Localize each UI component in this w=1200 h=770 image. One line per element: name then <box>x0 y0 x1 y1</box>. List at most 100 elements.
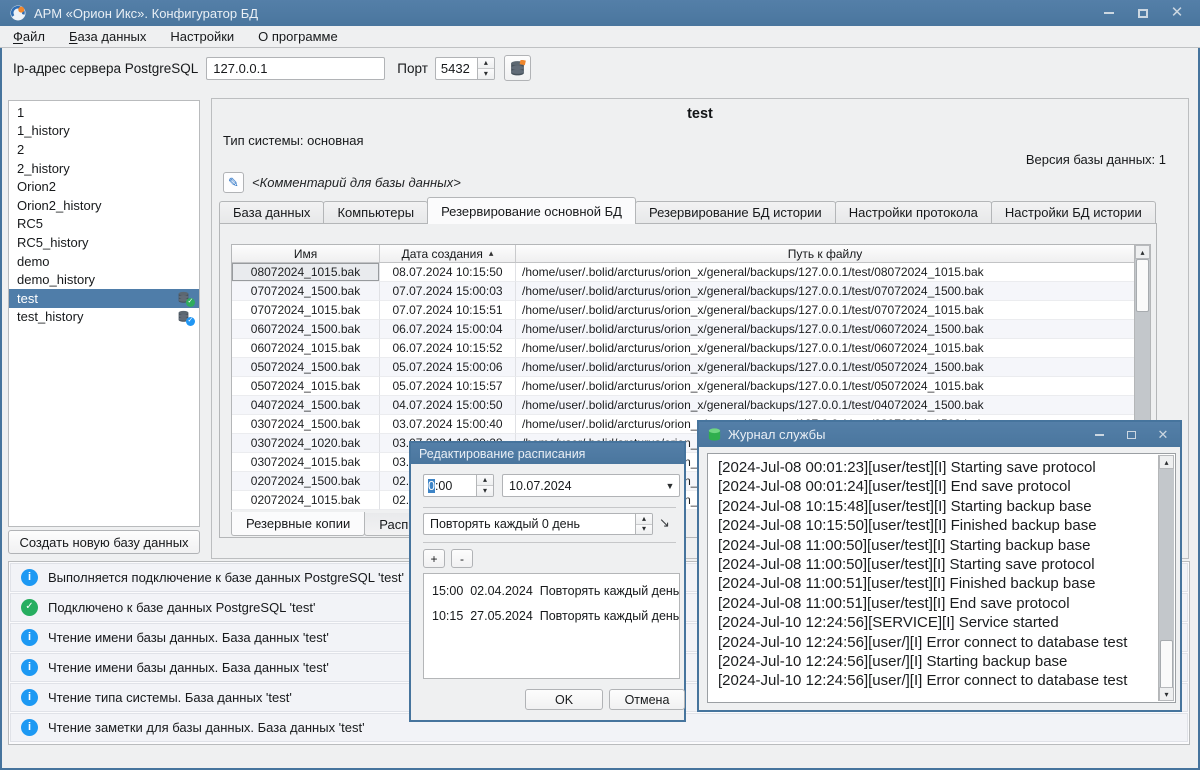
cell-backup-path[interactable]: /home/user/.bolid/arcturus/orion_x/gener… <box>516 263 1134 282</box>
database-list-item[interactable]: 1_history <box>9 122 199 141</box>
database-list-item[interactable]: test_history <box>9 308 199 327</box>
database-list-item[interactable]: Orion2_history <box>9 196 199 215</box>
table-row[interactable]: 04072024_1500.bak 04.07.2024 15:00:50 /h… <box>232 396 1134 415</box>
schedule-list-item[interactable]: 10:15 27.05.2024 Повторять каждый день <box>424 603 679 628</box>
cell-backup-name[interactable]: 05072024_1015.bak <box>232 377 380 396</box>
cell-backup-path[interactable]: /home/user/.bolid/arcturus/orion_x/gener… <box>516 320 1134 339</box>
schedule-list[interactable]: 15:00 02.04.2024 Повторять каждый день10… <box>423 573 680 679</box>
port-input[interactable] <box>436 58 477 79</box>
minimize-button[interactable] <box>1092 428 1106 442</box>
diagonal-arrow-icon[interactable]: ↘ <box>659 515 670 531</box>
database-list-item[interactable]: 2_history <box>9 159 199 178</box>
database-list-item[interactable]: RC5_history <box>9 233 199 252</box>
cell-backup-path[interactable]: /home/user/.bolid/arcturus/orion_x/gener… <box>516 282 1134 301</box>
cell-backup-date[interactable]: 06.07.2024 15:00:04 <box>380 320 516 339</box>
cell-backup-path[interactable]: /home/user/.bolid/arcturus/orion_x/gener… <box>516 377 1134 396</box>
menu-item[interactable]: База данных <box>69 29 146 44</box>
time-value[interactable]: 0:00 <box>424 475 476 496</box>
cell-backup-name[interactable]: 07072024_1500.bak <box>232 282 380 301</box>
cell-backup-date[interactable]: 03.07.2024 15:00:40 <box>380 415 516 434</box>
cell-backup-name[interactable]: 02072024_1500.bak <box>232 472 380 491</box>
cell-backup-name[interactable]: 03072024_1500.bak <box>232 415 380 434</box>
tab[interactable]: Резервирование основной БД <box>427 197 636 224</box>
scrollbar-thumb[interactable] <box>1160 640 1173 693</box>
column-header-name[interactable]: Имя <box>232 245 380 262</box>
cell-backup-path[interactable]: /home/user/.bolid/arcturus/orion_x/gener… <box>516 301 1134 320</box>
cell-backup-date[interactable]: 07.07.2024 10:15:51 <box>380 301 516 320</box>
database-list-item[interactable]: RC5 <box>9 215 199 234</box>
spin-down-button[interactable]: ▾ <box>477 486 493 496</box>
tab[interactable]: Настройки протокола <box>835 201 992 223</box>
edit-comment-button[interactable]: ✎ <box>223 172 244 193</box>
journal-log-text[interactable]: [2024-Jul-08 00:01:23][user/test][I] Sta… <box>707 453 1176 703</box>
ip-address-input[interactable] <box>207 58 384 79</box>
titlebar[interactable]: АРМ «Орион Икс». Конфигуратор БД ✕ <box>0 0 1200 26</box>
repeat-spinbox[interactable]: Повторять каждый 0 день ▴ ▾ <box>423 513 653 535</box>
cell-backup-date[interactable]: 05.07.2024 10:15:57 <box>380 377 516 396</box>
cell-backup-date[interactable]: 07.07.2024 15:00:03 <box>380 282 516 301</box>
port-spinbox[interactable]: ▴ ▾ <box>435 57 495 80</box>
table-row[interactable]: 05072024_1500.bak 05.07.2024 15:00:06 /h… <box>232 358 1134 377</box>
date-dropdown[interactable]: 10.07.2024 ▼ <box>502 474 680 497</box>
scroll-up-button[interactable]: ▴ <box>1159 455 1174 469</box>
column-header-date[interactable]: Дата создания ▴ <box>380 245 516 262</box>
menu-item[interactable]: Настройки <box>170 29 234 44</box>
cell-backup-name[interactable]: 03072024_1020.bak <box>232 434 380 453</box>
cell-backup-name[interactable]: 02072024_1015.bak <box>232 491 380 510</box>
cell-backup-name[interactable]: 06072024_1500.bak <box>232 320 380 339</box>
close-button[interactable]: ✕ <box>1156 428 1170 442</box>
remove-schedule-button[interactable]: - <box>451 549 473 568</box>
database-list[interactable]: 1 1_history <box>8 100 200 527</box>
add-schedule-button[interactable]: + <box>423 549 445 568</box>
cell-backup-name[interactable]: 07072024_1015.bak <box>232 301 380 320</box>
journal-titlebar[interactable]: Журнал службы ✕ <box>699 422 1180 447</box>
table-row[interactable]: 05072024_1015.bak 05.07.2024 10:15:57 /h… <box>232 377 1134 396</box>
cell-backup-name[interactable]: 03072024_1015.bak <box>232 453 380 472</box>
database-list-item[interactable]: test <box>9 289 199 308</box>
table-row[interactable]: 07072024_1015.bak 07.07.2024 10:15:51 /h… <box>232 301 1134 320</box>
maximize-button[interactable] <box>1136 6 1150 20</box>
spin-down-button[interactable]: ▾ <box>636 525 652 535</box>
menu-item[interactable]: Файл <box>13 29 45 44</box>
scroll-up-button[interactable]: ▴ <box>1135 245 1150 259</box>
connect-database-button[interactable] <box>504 55 531 81</box>
tab[interactable]: Настройки БД истории <box>991 201 1156 223</box>
cell-backup-name[interactable]: 06072024_1015.bak <box>232 339 380 358</box>
table-row[interactable]: 06072024_1015.bak 06.07.2024 10:15:52 /h… <box>232 339 1134 358</box>
spin-up-button[interactable]: ▴ <box>477 475 493 486</box>
ip-address-field[interactable] <box>206 57 385 80</box>
scroll-down-button[interactable]: ▾ <box>1159 687 1174 701</box>
table-row[interactable]: 08072024_1015.bak 08.07.2024 10:15:50 /h… <box>232 263 1134 282</box>
database-list-item[interactable]: demo_history <box>9 270 199 289</box>
minimize-button[interactable] <box>1102 6 1116 20</box>
schedule-list-item[interactable]: 15:00 02.04.2024 Повторять каждый день <box>424 578 679 603</box>
create-database-button[interactable]: Создать новую базу данных <box>8 530 200 554</box>
schedule-dialog-titlebar[interactable]: Редактирование расписания <box>411 443 684 464</box>
spin-up-button[interactable]: ▴ <box>636 514 652 525</box>
table-row[interactable]: 06072024_1500.bak 06.07.2024 15:00:04 /h… <box>232 320 1134 339</box>
menu-item[interactable]: О программе <box>258 29 338 44</box>
cancel-button[interactable]: Отмена <box>609 689 685 710</box>
cell-backup-path[interactable]: /home/user/.bolid/arcturus/orion_x/gener… <box>516 339 1134 358</box>
table-row[interactable]: 07072024_1500.bak 07.07.2024 15:00:03 /h… <box>232 282 1134 301</box>
cell-backup-date[interactable]: 08.07.2024 10:15:50 <box>380 263 516 282</box>
cell-backup-date[interactable]: 04.07.2024 15:00:50 <box>380 396 516 415</box>
maximize-button[interactable] <box>1124 428 1138 442</box>
cell-backup-date[interactable]: 06.07.2024 10:15:52 <box>380 339 516 358</box>
database-list-item[interactable]: 2 <box>9 140 199 159</box>
chevron-down-icon[interactable]: ▼ <box>661 481 679 491</box>
spin-down-button[interactable]: ▾ <box>478 69 494 79</box>
time-spinbox[interactable]: 0:00 ▴ ▾ <box>423 474 494 497</box>
cell-backup-name[interactable]: 05072024_1500.bak <box>232 358 380 377</box>
close-button[interactable]: ✕ <box>1170 6 1184 20</box>
tab[interactable]: Резервирование БД истории <box>635 201 836 223</box>
sub-tab[interactable]: Резервные копии <box>231 512 365 536</box>
scrollbar-thumb[interactable] <box>1136 259 1149 312</box>
cell-backup-path[interactable]: /home/user/.bolid/arcturus/orion_x/gener… <box>516 396 1134 415</box>
column-header-path[interactable]: Путь к файлу <box>516 245 1134 262</box>
database-list-item[interactable]: Orion2 <box>9 177 199 196</box>
database-list-item[interactable]: demo <box>9 252 199 271</box>
journal-vertical-scrollbar[interactable]: ▴ ▾ <box>1158 455 1174 701</box>
cell-backup-name[interactable]: 08072024_1015.bak <box>232 263 380 282</box>
tab[interactable]: База данных <box>219 201 324 223</box>
